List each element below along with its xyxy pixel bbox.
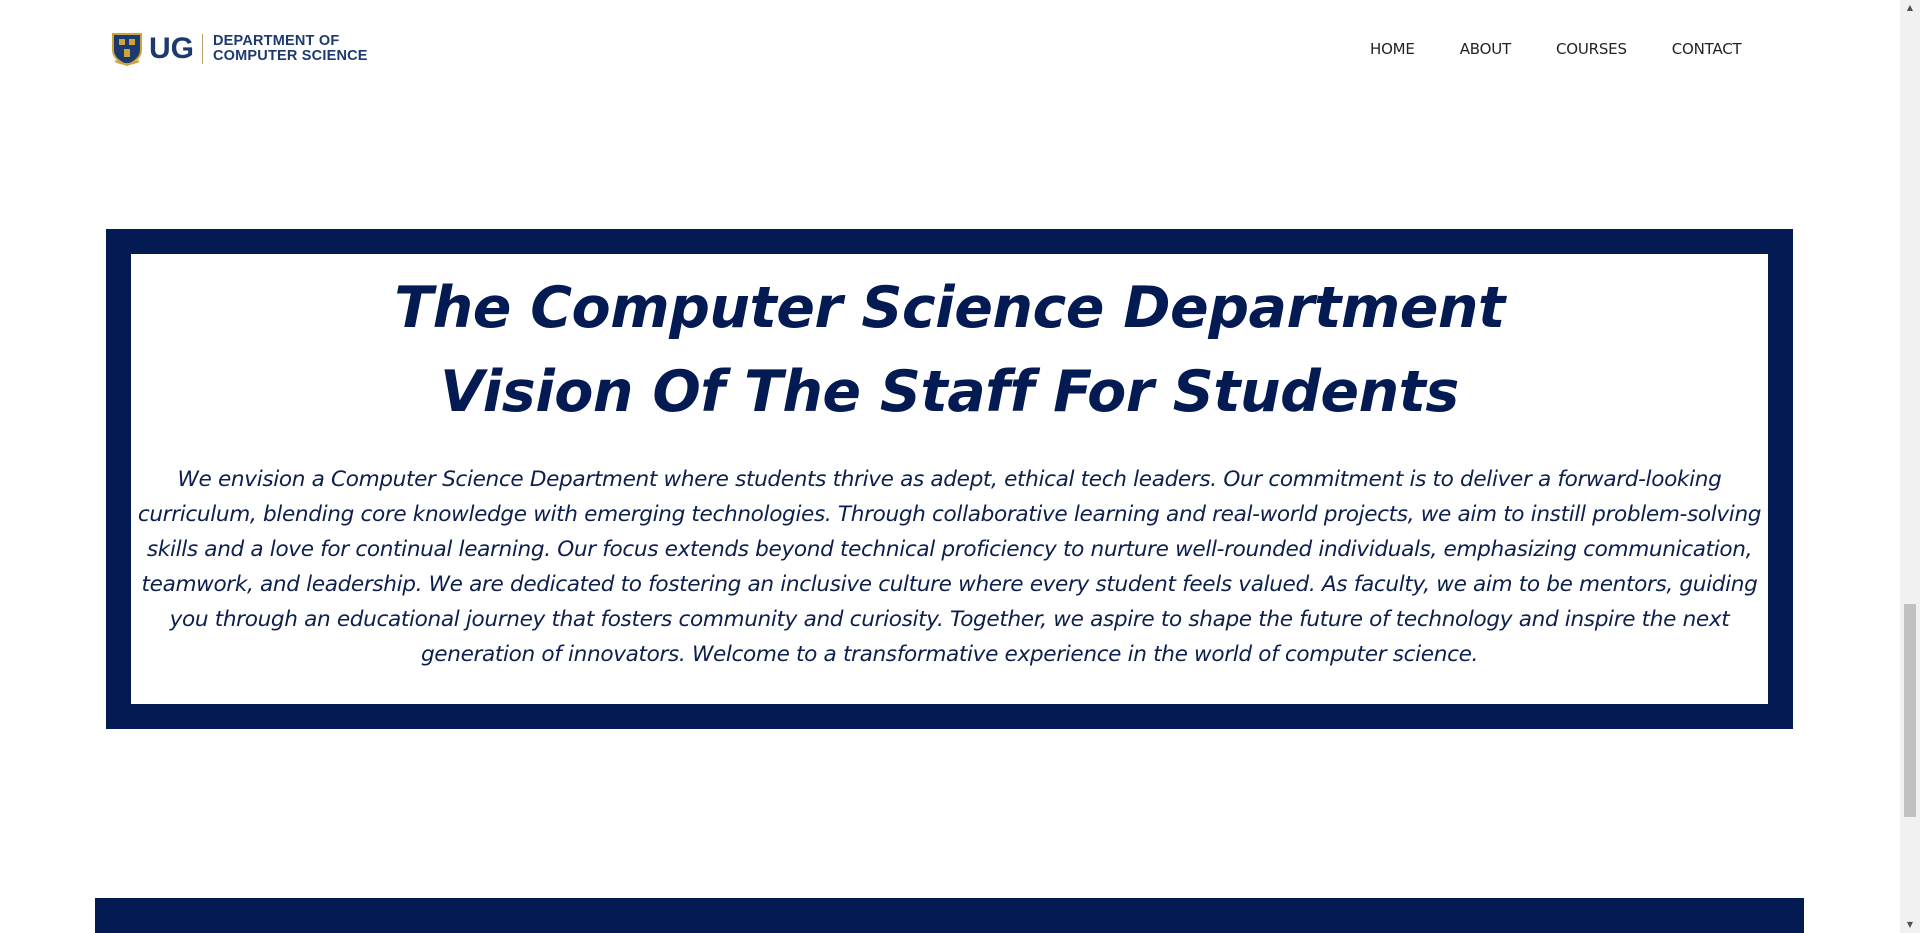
nav-item-about[interactable]: ABOUT bbox=[1460, 40, 1511, 58]
nav-item-courses[interactable]: COURSES bbox=[1556, 40, 1627, 58]
logo-department-name: DEPARTMENT OF COMPUTER SCIENCE bbox=[213, 34, 368, 64]
scroll-up-arrow-icon[interactable]: ▲ bbox=[1900, 0, 1920, 16]
nav-item-contact[interactable]: CONTACT bbox=[1672, 40, 1742, 58]
vision-title: The Computer Science Department Vision O… bbox=[131, 266, 1768, 434]
nav-item-home[interactable]: HOME bbox=[1370, 40, 1415, 58]
vision-section: The Computer Science Department Vision O… bbox=[106, 229, 1793, 729]
logo-ug-text: UG bbox=[149, 32, 194, 65]
footer-band bbox=[95, 898, 1804, 933]
vision-statement: We envision a Computer Science Departmen… bbox=[137, 467, 1762, 667]
university-crest-icon bbox=[112, 33, 142, 66]
logo-line-2: COMPUTER SCIENCE bbox=[213, 48, 368, 64]
main-nav: HOME ABOUT COURSES CONTACT bbox=[1370, 40, 1787, 58]
logo-line-1: DEPARTMENT OF bbox=[213, 33, 340, 49]
vision-card: The Computer Science Department Vision O… bbox=[131, 254, 1768, 704]
site-logo[interactable]: UG DEPARTMENT OF COMPUTER SCIENCE bbox=[111, 31, 368, 67]
scrollbar-thumb[interactable] bbox=[1904, 604, 1916, 817]
site-header: UG DEPARTMENT OF COMPUTER SCIENCE HOME A… bbox=[0, 0, 1900, 100]
page-scrollbar[interactable]: ▲ ▼ bbox=[1900, 0, 1920, 933]
scroll-down-arrow-icon[interactable]: ▼ bbox=[1900, 917, 1920, 933]
page: UG DEPARTMENT OF COMPUTER SCIENCE HOME A… bbox=[0, 0, 1920, 933]
vision-title-line-1: The Computer Science Department bbox=[394, 275, 1505, 341]
logo-divider bbox=[202, 34, 203, 64]
vision-title-line-2: Vision Of The Staff For Students bbox=[440, 359, 1459, 425]
